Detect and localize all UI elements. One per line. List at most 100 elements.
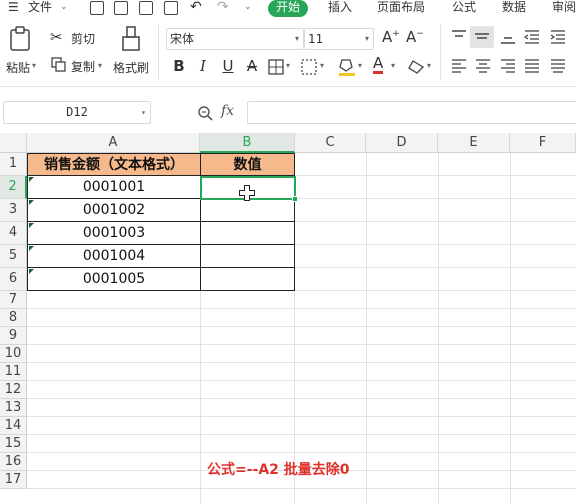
font-name-value: 宋体 [170, 32, 195, 46]
cell-a3[interactable]: 0001002 [27, 199, 201, 222]
cell-a6[interactable]: 0001005 [27, 268, 201, 291]
format-painter-button[interactable]: 格式刷 [113, 59, 149, 76]
fx-icon[interactable]: fx [221, 103, 234, 119]
eraser-icon[interactable] [407, 59, 425, 75]
align-top-icon[interactable] [451, 30, 467, 44]
row-header-1[interactable]: 1 [0, 153, 27, 176]
column-header-d[interactable]: D [366, 133, 438, 153]
column-header-f[interactable]: F [510, 133, 576, 153]
row-header-5[interactable]: 5 [0, 245, 27, 268]
column-header-b[interactable]: B [200, 133, 295, 153]
cut-button[interactable]: 剪切 [71, 30, 95, 47]
scissors-icon[interactable]: ✂ [50, 28, 63, 46]
format-painter-icon[interactable] [121, 26, 141, 52]
tab-insert[interactable]: 插入 [328, 0, 352, 17]
font-color-icon[interactable]: A [373, 56, 384, 74]
align-middle-icon[interactable] [470, 26, 494, 48]
tab-data[interactable]: 数据 [502, 0, 526, 17]
decrease-font-button[interactable]: A− [406, 28, 424, 46]
chevron-down-icon[interactable]: ▾ [286, 61, 290, 70]
cell-b1[interactable]: 数值 [200, 153, 295, 176]
name-box[interactable]: D12 ▾ [3, 101, 151, 124]
tab-formulas[interactable]: 公式 [452, 0, 476, 17]
cell-a5[interactable]: 0001004 [27, 245, 201, 268]
tab-review[interactable]: 审阅 [552, 0, 576, 17]
select-all-corner[interactable] [0, 133, 27, 153]
paste-button[interactable]: 粘贴 [6, 59, 30, 76]
menu-file[interactable]: 文件 [28, 0, 52, 17]
chevron-down-icon[interactable]: ▾ [98, 61, 102, 70]
font-name-select[interactable]: 宋体 ▾ [166, 28, 304, 50]
italic-button[interactable]: I [193, 56, 213, 76]
row-header-16[interactable]: 16 [0, 453, 27, 471]
align-right-icon[interactable] [500, 59, 516, 73]
strikethrough-icon[interactable]: A [242, 56, 262, 76]
row-header-2[interactable]: 2 [0, 176, 27, 199]
bold-button[interactable]: B [169, 56, 189, 76]
row-header-6[interactable]: 6 [0, 268, 27, 291]
paste-icon[interactable] [9, 26, 31, 52]
text-format-indicator [29, 200, 34, 205]
distributed-align-icon[interactable] [550, 59, 566, 73]
row-header-9[interactable]: 9 [0, 327, 27, 345]
row-header-3[interactable]: 3 [0, 199, 27, 222]
chevron-down-icon[interactable]: ⌄ [60, 0, 68, 17]
border-icon[interactable] [268, 59, 284, 75]
chevron-down-icon[interactable]: ⌄ [244, 0, 252, 17]
zoom-icon[interactable] [197, 105, 213, 121]
underline-button[interactable]: U [218, 56, 238, 76]
cell-b5[interactable] [200, 245, 295, 268]
chevron-down-icon[interactable]: ▾ [358, 61, 362, 70]
justify-icon[interactable] [524, 59, 540, 73]
cell-b4[interactable] [200, 222, 295, 245]
copy-button[interactable]: 复制 [71, 58, 95, 75]
chevron-down-icon[interactable]: ▾ [32, 61, 36, 70]
column-header-a[interactable]: A [27, 133, 200, 153]
cell-b6[interactable] [200, 268, 295, 291]
print-icon[interactable] [139, 1, 153, 15]
font-size-select[interactable]: 11 ▾ [304, 28, 374, 50]
cell-a2[interactable]: 0001001 [27, 176, 201, 199]
increase-font-button[interactable]: A+ [382, 28, 400, 46]
row-header-11[interactable]: 11 [0, 363, 27, 381]
chevron-down-icon[interactable]: ▾ [427, 61, 431, 70]
menu-icon[interactable]: ☰ [8, 0, 19, 17]
cell-a4[interactable]: 0001003 [27, 222, 201, 245]
indent-increase-icon[interactable] [550, 30, 566, 44]
fill-color-icon[interactable] [338, 57, 356, 77]
undo-icon[interactable]: ↶ [190, 0, 202, 17]
align-bottom-icon[interactable] [500, 30, 516, 44]
text-format-indicator [29, 177, 34, 182]
row-header-8[interactable]: 8 [0, 309, 27, 327]
tab-start[interactable]: 开始 [268, 0, 309, 17]
cell-b3[interactable] [200, 199, 295, 222]
row-header-7[interactable]: 7 [0, 291, 27, 309]
redo-icon[interactable]: ↷ [217, 0, 229, 17]
cell-style-icon[interactable] [301, 59, 317, 75]
align-center-icon[interactable] [475, 59, 491, 73]
tab-page-layout[interactable]: 页面布局 [377, 0, 425, 17]
align-left-icon[interactable] [451, 59, 467, 73]
row-header-4[interactable]: 4 [0, 222, 27, 245]
print-preview-icon[interactable] [164, 1, 178, 15]
formula-input[interactable] [247, 101, 576, 124]
gridline [27, 362, 576, 363]
indent-decrease-icon[interactable] [524, 30, 540, 44]
chevron-down-icon: ▾ [141, 108, 146, 117]
chevron-down-icon[interactable]: ▾ [320, 61, 324, 70]
row-header-14[interactable]: 14 [0, 417, 27, 435]
save-icon[interactable] [90, 1, 104, 15]
column-header-c[interactable]: C [295, 133, 366, 153]
spreadsheet-grid[interactable]: A B C D E F 1 2 3 4 5 6 7 8 9 10 11 12 1… [0, 133, 576, 503]
export-icon[interactable] [114, 1, 128, 15]
row-header-12[interactable]: 12 [0, 381, 27, 399]
chevron-down-icon[interactable]: ▾ [391, 61, 395, 70]
copy-icon[interactable] [51, 57, 66, 72]
row-header-10[interactable]: 10 [0, 345, 27, 363]
column-header-e[interactable]: E [438, 133, 510, 153]
row-header-17[interactable]: 17 [0, 471, 27, 489]
row-header-15[interactable]: 15 [0, 435, 27, 453]
fill-handle[interactable] [292, 196, 298, 202]
cell-a1[interactable]: 销售金额（文本格式） [27, 153, 201, 176]
row-header-13[interactable]: 13 [0, 399, 27, 417]
